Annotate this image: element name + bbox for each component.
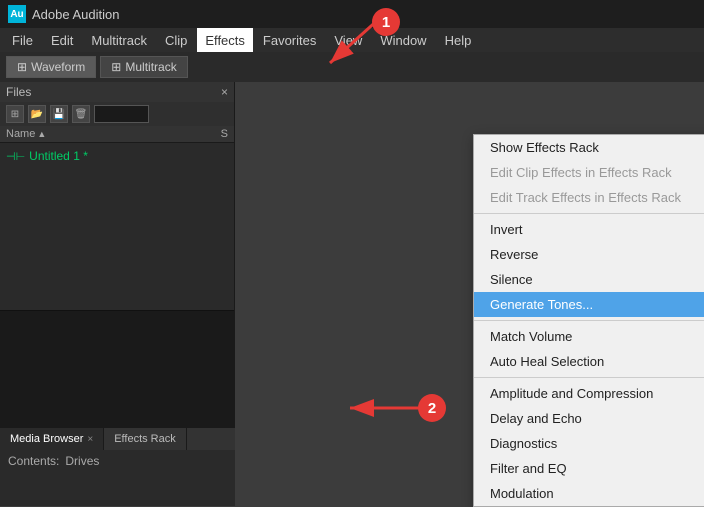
list-item[interactable]: ⊣⊢ Untitled 1 * <box>6 147 228 165</box>
separator-1 <box>474 213 704 214</box>
save-file-icon[interactable]: 💾 <box>50 105 68 123</box>
menu-clip[interactable]: Clip <box>157 28 195 52</box>
match-volume-label: Match Volume <box>490 329 572 344</box>
tab-effects-rack[interactable]: Effects Rack <box>104 428 187 450</box>
delay-echo-label: Delay and Echo <box>490 411 582 426</box>
waveform-label: Waveform <box>31 60 85 74</box>
toolbar: ⊞ Waveform ⊞ Multitrack <box>0 52 704 82</box>
separator-2 <box>474 320 704 321</box>
menu-bar: File Edit Multitrack Clip Effects Favori… <box>0 28 704 52</box>
sort-arrow-icon: ▲ <box>37 129 46 139</box>
menu-item-show-effects-rack[interactable]: Show Effects Rack Alt+0 <box>474 135 704 160</box>
modulation-label: Modulation <box>490 486 554 501</box>
files-columns: Name ▲ S <box>0 126 234 143</box>
tab-multitrack[interactable]: ⊞ Multitrack <box>100 56 187 78</box>
menu-help[interactable]: Help <box>437 28 480 52</box>
delete-file-icon[interactable]: 🗑 <box>72 105 90 123</box>
media-browser-label: Media Browser <box>10 433 83 445</box>
files-close-icon[interactable]: × <box>221 85 228 99</box>
generate-tones-label: Generate Tones... <box>490 297 593 312</box>
right-panel: Show Effects Rack Alt+0 Edit Clip Effect… <box>235 82 704 506</box>
show-effects-rack-label: Show Effects Rack <box>490 140 599 155</box>
edit-track-effects-label: Edit Track Effects in Effects Rack <box>490 190 681 205</box>
reverse-label: Reverse <box>490 247 538 262</box>
menu-item-amplitude[interactable]: Amplitude and Compression › <box>474 381 704 406</box>
status-column-header: S <box>221 128 228 140</box>
files-header: Files × <box>0 82 234 102</box>
new-file-icon[interactable]: ⊞ <box>6 105 24 123</box>
menu-window[interactable]: Window <box>372 28 434 52</box>
open-file-icon[interactable]: 📂 <box>28 105 46 123</box>
app-title: Adobe Audition <box>32 7 119 22</box>
search-input[interactable] <box>94 105 149 123</box>
menu-favorites[interactable]: Favorites <box>255 28 324 52</box>
menu-item-silence[interactable]: Silence <box>474 267 704 292</box>
menu-item-diagnostics[interactable]: Diagnostics › <box>474 431 704 456</box>
amplitude-label: Amplitude and Compression <box>490 386 653 401</box>
files-list: ⊣⊢ Untitled 1 * <box>0 143 234 310</box>
edit-clip-effects-label: Edit Clip Effects in Effects Rack <box>490 165 672 180</box>
bottom-tabs: Media Browser × Effects Rack <box>0 428 235 450</box>
menu-item-modulation[interactable]: Modulation › <box>474 481 704 506</box>
contents-label: Contents: <box>8 454 59 468</box>
menu-multitrack[interactable]: Multitrack <box>83 28 155 52</box>
file-name: Untitled 1 * <box>29 149 88 163</box>
menu-item-invert[interactable]: Invert <box>474 217 704 242</box>
diagnostics-label: Diagnostics <box>490 436 557 451</box>
app-icon: Au <box>8 5 26 23</box>
effects-dropdown-menu: Show Effects Rack Alt+0 Edit Clip Effect… <box>473 134 704 507</box>
menu-effects[interactable]: Effects <box>197 28 253 52</box>
menu-item-generate-tones[interactable]: Generate Tones... <box>474 292 704 317</box>
invert-label: Invert <box>490 222 523 237</box>
separator-3 <box>474 377 704 378</box>
menu-item-match-volume[interactable]: Match Volume <box>474 324 704 349</box>
bottom-panel: Media Browser × Effects Rack Contents: D… <box>0 426 235 506</box>
menu-view[interactable]: View <box>326 28 370 52</box>
auto-heal-label: Auto Heal Selection <box>490 354 604 369</box>
contents-value: Drives <box>65 454 99 468</box>
menu-item-auto-heal[interactable]: Auto Heal Selection Ctrl+U <box>474 349 704 374</box>
silence-label: Silence <box>490 272 533 287</box>
menu-item-edit-clip-effects: Edit Clip Effects in Effects Rack <box>474 160 704 185</box>
name-column-header: Name <box>6 128 35 140</box>
files-label: Files <box>6 85 31 99</box>
menu-file[interactable]: File <box>4 28 41 52</box>
menu-item-filter-eq[interactable]: Filter and EQ › <box>474 456 704 481</box>
menu-edit[interactable]: Edit <box>43 28 81 52</box>
menu-item-reverse[interactable]: Reverse <box>474 242 704 267</box>
filter-eq-label: Filter and EQ <box>490 461 567 476</box>
tab-waveform[interactable]: ⊞ Waveform <box>6 56 96 78</box>
files-toolbar: ⊞ 📂 💾 🗑 <box>0 102 234 126</box>
audio-file-icon: ⊣⊢ <box>6 150 25 163</box>
multitrack-label: Multitrack <box>125 60 176 74</box>
menu-item-delay-echo[interactable]: Delay and Echo › <box>474 406 704 431</box>
menu-item-edit-track-effects: Edit Track Effects in Effects Rack <box>474 185 704 210</box>
media-browser-close-icon[interactable]: × <box>87 434 93 445</box>
tab-media-browser[interactable]: Media Browser × <box>0 428 104 450</box>
title-bar: Au Adobe Audition <box>0 0 704 28</box>
waveform-icon: ⊞ <box>17 60 27 74</box>
multitrack-icon: ⊞ <box>111 60 121 74</box>
bottom-content: Contents: Drives <box>0 450 235 472</box>
effects-rack-label: Effects Rack <box>114 433 176 445</box>
